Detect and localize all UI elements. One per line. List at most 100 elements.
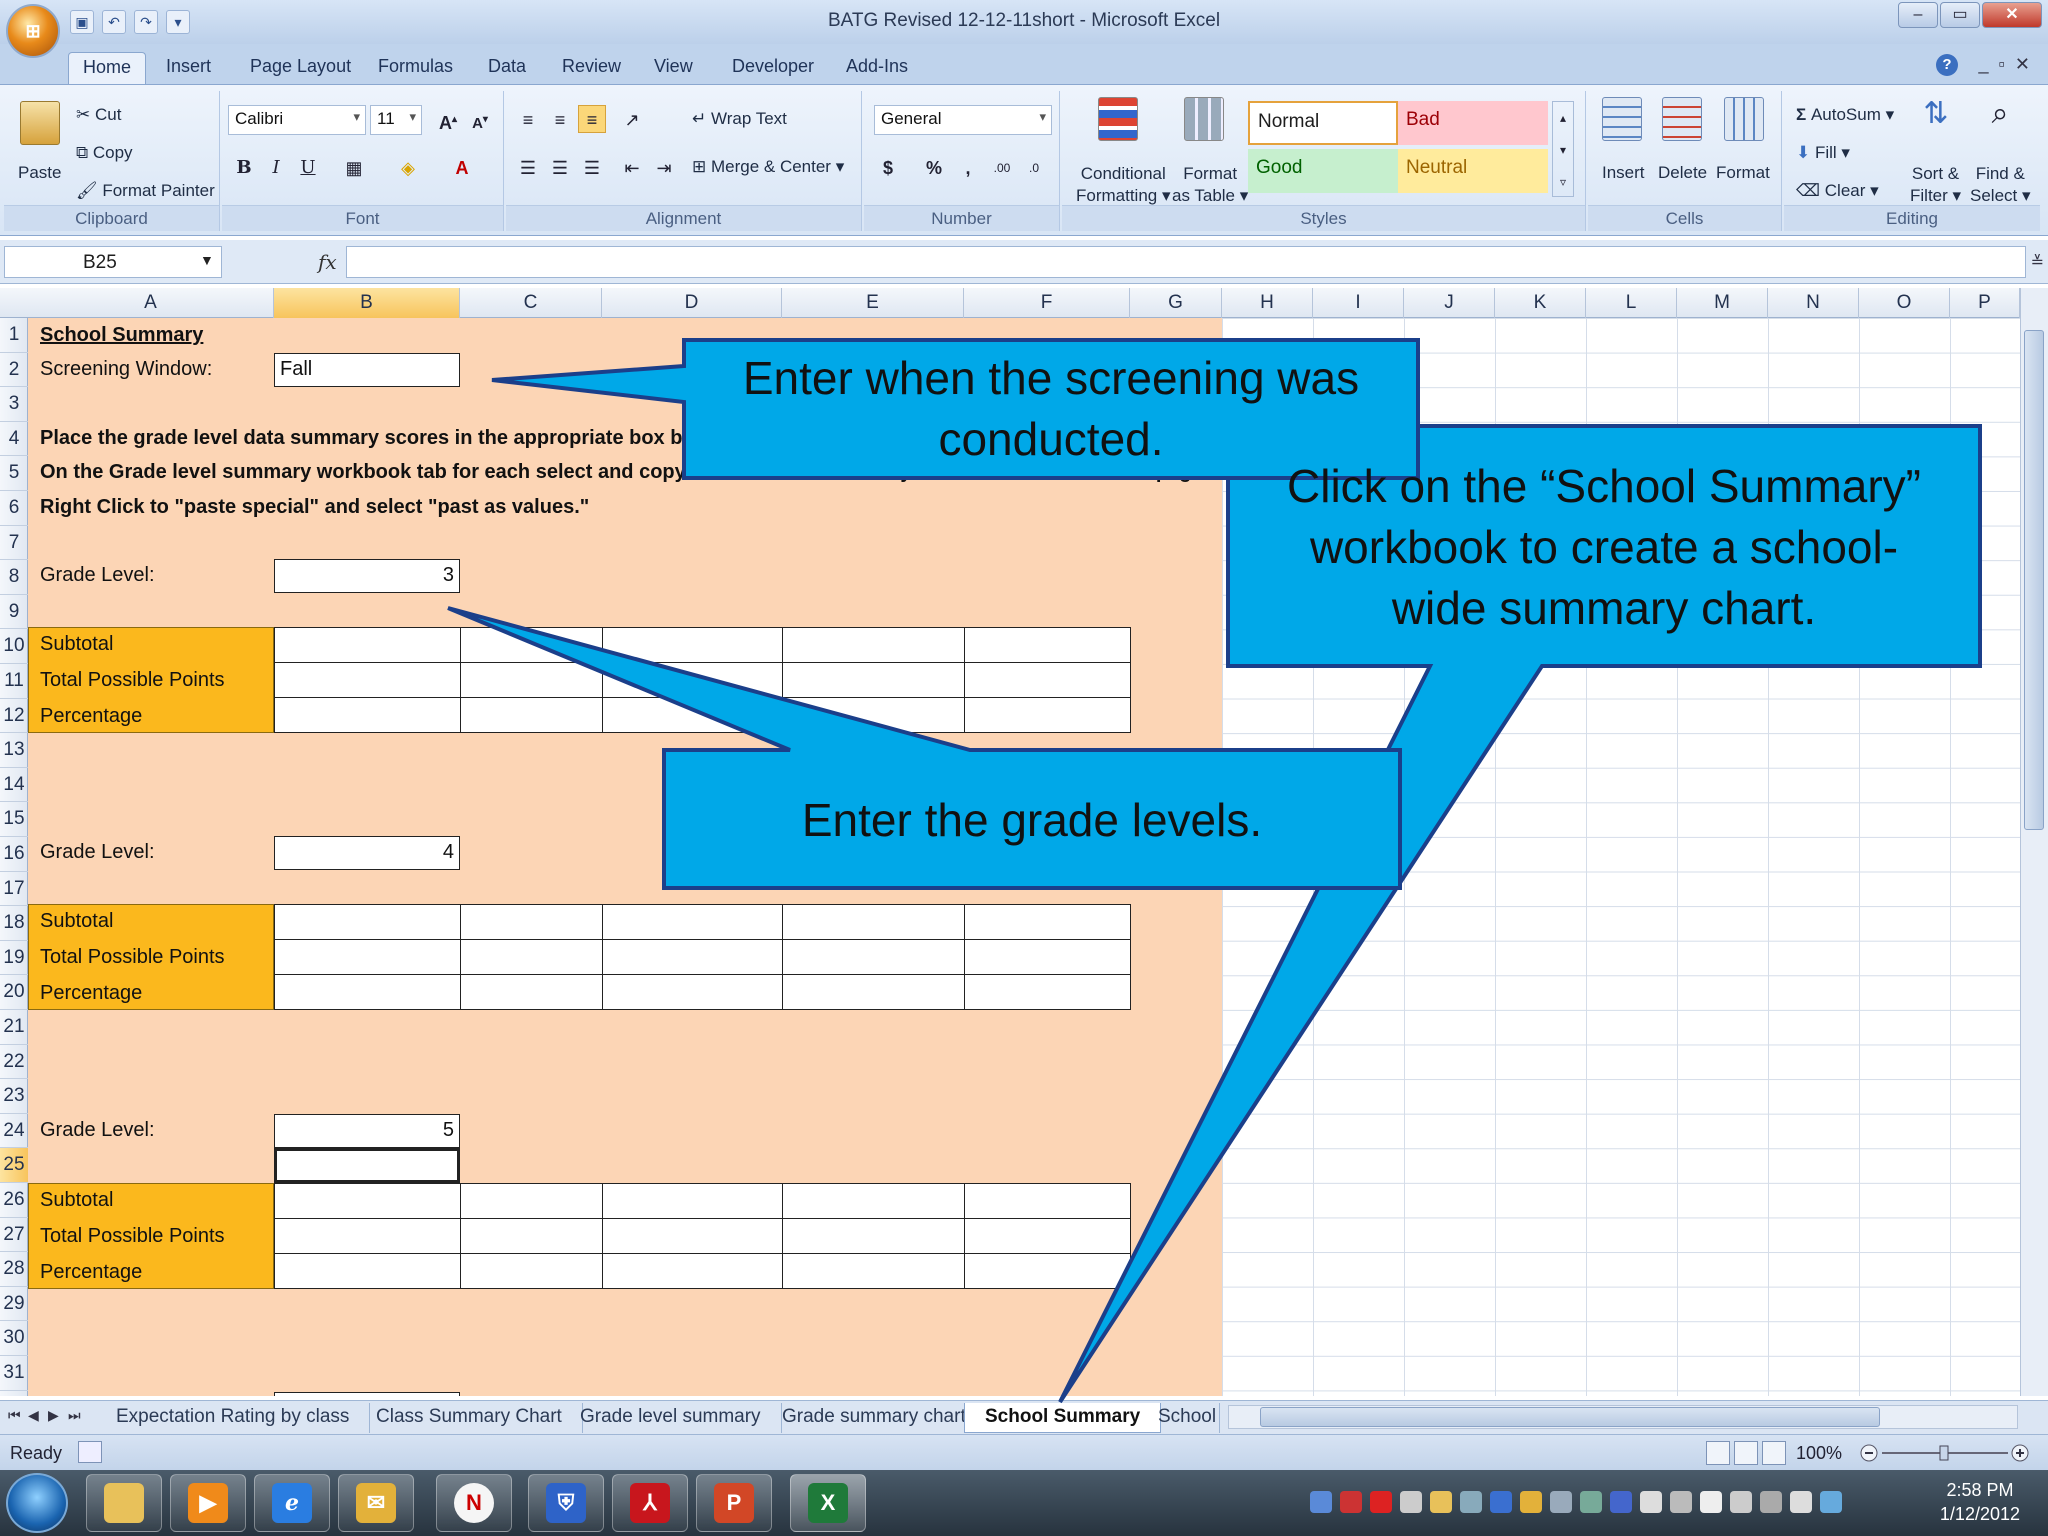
wrap-text-button[interactable]: ↵ Wrap Text (692, 109, 787, 129)
row-header[interactable]: 9 (0, 595, 28, 630)
sheet-tab[interactable]: Grade summary chart (762, 1403, 987, 1433)
score-cell[interactable] (460, 1253, 603, 1289)
row-header[interactable]: 13 (0, 733, 28, 768)
user-tray-icon[interactable] (1400, 1491, 1422, 1513)
style-bad[interactable]: Bad (1398, 101, 1548, 145)
grade-level-input-partial[interactable] (274, 1392, 460, 1396)
row-header[interactable]: 14 (0, 768, 28, 803)
row-header[interactable]: 20 (0, 975, 28, 1010)
paste-button[interactable]: Paste (18, 163, 61, 183)
cell-subtotal[interactable]: Subtotal (40, 904, 113, 938)
cell-total-points[interactable]: Total Possible Points (40, 1219, 225, 1253)
currency-icon[interactable]: $ (874, 153, 902, 181)
score-cell[interactable] (460, 1183, 603, 1219)
row-header[interactable]: 24 (0, 1114, 28, 1149)
insert-cells-button[interactable]: Insert (1602, 163, 1645, 183)
row-header[interactable]: 10 (0, 629, 28, 664)
cell-a1[interactable]: School Summary (40, 318, 203, 352)
page-break-view-icon[interactable] (1762, 1441, 1786, 1465)
column-header[interactable]: B (274, 288, 460, 318)
column-header[interactable]: O (1859, 288, 1950, 318)
score-cell[interactable] (964, 627, 1131, 663)
score-cell[interactable] (274, 627, 461, 663)
row-header[interactable]: 22 (0, 1045, 28, 1080)
clear-button[interactable]: ⌫ Clear ▾ (1796, 181, 1879, 201)
underline-icon[interactable]: U (294, 153, 322, 181)
mail-tray-icon[interactable] (1430, 1491, 1452, 1513)
column-header[interactable]: E (782, 288, 964, 318)
align-middle-icon[interactable]: ≡ (546, 105, 574, 133)
shrink-font-icon[interactable]: A▾ (466, 105, 494, 133)
action-center-icon[interactable] (1700, 1491, 1722, 1513)
score-cell[interactable] (460, 904, 603, 940)
score-cell[interactable] (602, 1218, 783, 1254)
score-cell[interactable] (782, 1218, 965, 1254)
merge-center-button[interactable]: ⊞ Merge & Center ▾ (692, 157, 844, 177)
insert-cells-icon[interactable] (1602, 97, 1642, 141)
find-select-button[interactable]: Find & Select ▾ (1970, 163, 2031, 207)
row-header[interactable]: 21 (0, 1010, 28, 1045)
column-header[interactable]: P (1950, 288, 2020, 318)
cell-total-points[interactable]: Total Possible Points (40, 940, 225, 974)
score-cell[interactable] (274, 974, 461, 1010)
sheet-tab[interactable]: Grade level summary (560, 1403, 782, 1433)
row-header[interactable]: 23 (0, 1079, 28, 1114)
tray-icon[interactable] (1550, 1491, 1572, 1513)
column-header[interactable]: F (964, 288, 1130, 318)
column-header[interactable]: J (1404, 288, 1495, 318)
comma-icon[interactable]: , (954, 153, 982, 181)
signal-icon[interactable] (1760, 1491, 1782, 1513)
last-sheet-icon[interactable]: ⏭ (68, 1407, 81, 1424)
score-cell[interactable] (602, 627, 783, 663)
row-header[interactable]: 29 (0, 1287, 28, 1322)
delete-cells-icon[interactable] (1662, 97, 1702, 141)
font-size-select[interactable]: 11 (370, 105, 422, 135)
power-icon[interactable] (1730, 1491, 1752, 1513)
score-cell[interactable] (602, 1253, 783, 1289)
row-header[interactable]: 4 (0, 422, 28, 457)
row-header[interactable]: 19 (0, 941, 28, 976)
score-cell[interactable] (602, 1183, 783, 1219)
score-cell[interactable] (460, 974, 603, 1010)
minimize-button[interactable]: – (1898, 2, 1938, 28)
score-cell[interactable] (782, 939, 965, 975)
grade-level-value[interactable]: 4 (274, 835, 454, 869)
row-header[interactable]: 31 (0, 1356, 28, 1391)
score-cell[interactable] (274, 1183, 461, 1219)
style-normal[interactable]: Normal (1248, 101, 1398, 145)
column-header[interactable]: A (28, 288, 274, 318)
maximize-button[interactable]: ▭ (1940, 2, 1980, 28)
row-header[interactable]: 7 (0, 526, 28, 561)
score-cell[interactable] (274, 939, 461, 975)
row-header[interactable]: 15 (0, 802, 28, 837)
column-header[interactable]: M (1677, 288, 1768, 318)
cell-grade-label[interactable]: Grade Level: (40, 1113, 155, 1147)
styles-gallery-scroll[interactable]: ▴ ▾ ▿ (1552, 101, 1574, 197)
audio-tray-icon[interactable] (1490, 1491, 1512, 1513)
tab-developer[interactable]: Developer (718, 52, 828, 84)
norton-taskbar-button[interactable]: N (436, 1474, 512, 1532)
sort-filter-icon[interactable]: ⇅ (1916, 99, 1956, 149)
cut-button[interactable]: ✂ Cut (76, 105, 121, 125)
formula-input[interactable] (346, 246, 2026, 278)
cell-grade-label[interactable]: Grade Level: (40, 835, 155, 869)
copy-button[interactable]: ⧉ Copy (76, 143, 133, 163)
score-cell[interactable] (964, 662, 1131, 698)
zoom-level[interactable]: 100% (1796, 1443, 1842, 1464)
sheet-tab[interactable]: Expectation Rating by class (96, 1403, 371, 1433)
tray-icon[interactable] (1580, 1491, 1602, 1513)
score-cell[interactable] (782, 974, 965, 1010)
score-cell[interactable] (602, 697, 783, 733)
tab-home[interactable]: Home (68, 52, 147, 84)
normal-view-icon[interactable] (1706, 1441, 1730, 1465)
column-header[interactable]: G (1130, 288, 1222, 318)
name-box-dropdown-icon[interactable]: ▼ (200, 252, 214, 268)
score-cell[interactable] (460, 662, 603, 698)
prev-sheet-icon[interactable]: ◀ (28, 1407, 39, 1424)
display-tray-icon[interactable] (1640, 1491, 1662, 1513)
fill-color-icon[interactable]: ◈ (394, 153, 422, 181)
font-name-select[interactable]: Calibri (228, 105, 366, 135)
format-cells-icon[interactable] (1724, 97, 1764, 141)
next-sheet-icon[interactable]: ▶ (48, 1407, 59, 1424)
column-header[interactable]: D (602, 288, 782, 318)
